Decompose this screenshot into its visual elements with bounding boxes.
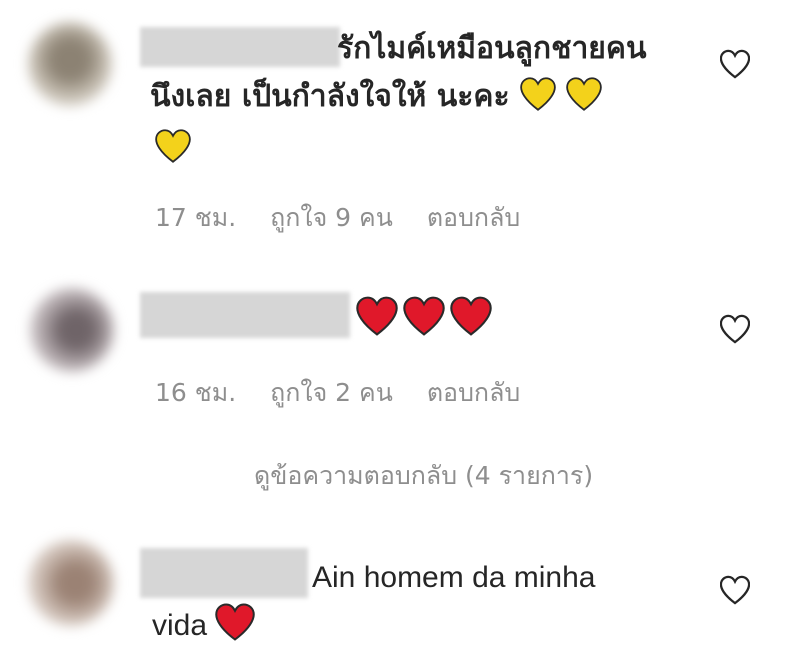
- red-heart-icon: [215, 603, 256, 641]
- comment-text-line-2: vida: [152, 603, 256, 647]
- avatar[interactable]: [28, 540, 114, 626]
- like-heart-icon[interactable]: [720, 575, 750, 605]
- comment-text-line-2-text: vida: [152, 609, 208, 642]
- comment-3: Ain homem da minha vida: [0, 0, 800, 667]
- comment-text-line-1: Ain homem da minha: [312, 561, 596, 594]
- username-blurred[interactable]: [140, 548, 308, 598]
